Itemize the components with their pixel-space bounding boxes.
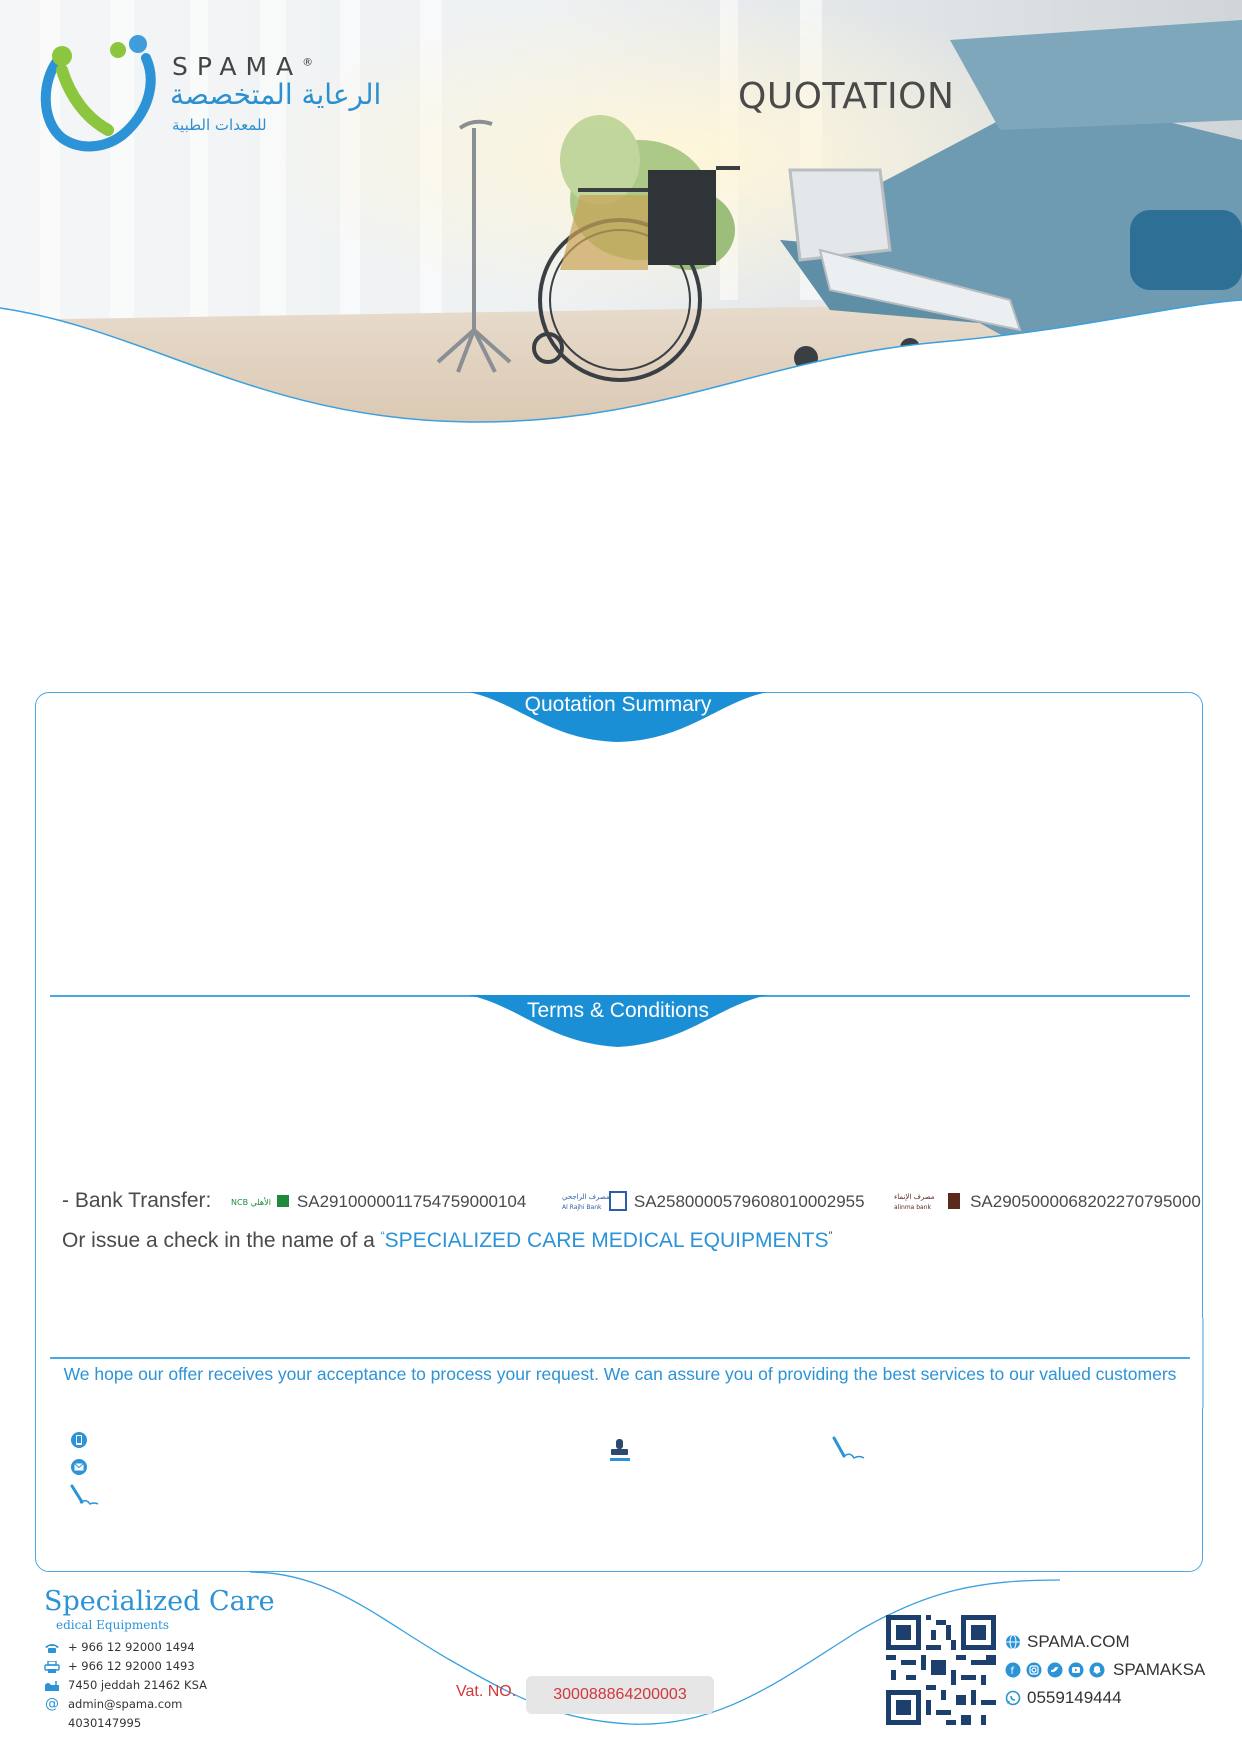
email-link[interactable]: admin@spama.com (68, 1695, 182, 1714)
qr-code[interactable] (886, 1615, 996, 1725)
mobile-phone-icon (71, 1432, 87, 1448)
phone-link[interactable]: + 966 12 92000 1494 (68, 1638, 195, 1657)
closing-message: We hope our offer receives your acceptan… (63, 1364, 1177, 1384)
vat-number: 300088864200003 (526, 1676, 714, 1714)
svg-text:Al Rajhi Bank: Al Rajhi Bank (562, 1204, 602, 1211)
alinma-iban: SA2905000068202270795000 (970, 1192, 1201, 1211)
page-title: QUOTATION (738, 76, 955, 117)
instagram-icon[interactable] (1026, 1662, 1042, 1678)
alrajhi-iban: SA2580000579608010002955 (633, 1192, 865, 1211)
alinma-bank-icon: مصرف الإنماء alinma bank (894, 1193, 961, 1211)
ncb-bank-icon: NCB الأهلي (231, 1195, 290, 1208)
edge-line (1202, 1318, 1204, 1408)
at-icon: @ (45, 1696, 59, 1712)
social-row: f SPAMAKSA (1005, 1660, 1205, 1680)
footer-contacts: + 966 12 92000 1494 + 966 12 92000 1493 … (44, 1638, 207, 1733)
contact-row: + 966 12 92000 1494 (44, 1638, 207, 1657)
svg-text:f: f (1011, 1666, 1015, 1677)
vat-label: Vat. NO. (456, 1683, 517, 1700)
contact-row: @ admin@spama.com (44, 1695, 207, 1714)
whatsapp-number[interactable]: 0559149444 (1027, 1688, 1122, 1708)
contact-row: + 966 12 92000 1493 (44, 1657, 207, 1676)
printer-icon (44, 1660, 60, 1673)
alrajhi-bank-icon: مصرف الراجحي Al Rajhi Bank (562, 1191, 628, 1212)
social-handle: SPAMAKSA (1113, 1660, 1206, 1679)
twitter-icon[interactable] (1047, 1662, 1063, 1678)
youtube-icon[interactable] (1068, 1662, 1084, 1678)
ncb-iban: SA2910000011754759000104 (296, 1192, 527, 1211)
facebook-icon[interactable]: f (1005, 1662, 1021, 1678)
registration-number: 4030147995 (68, 1716, 142, 1730)
check-prefix: Or issue a check in the name of a (62, 1229, 375, 1252)
contact-row: 4030147995 (44, 1714, 207, 1733)
website-link[interactable]: SPAMA.COM (1027, 1632, 1130, 1652)
svg-text:NCB الأهلي: NCB الأهلي (231, 1197, 271, 1207)
whatsapp-icon (1005, 1690, 1021, 1706)
company-name: SPECIALIZED CARE MEDICAL EQUIPMENTS (384, 1229, 829, 1252)
stamp-icon (610, 1439, 630, 1461)
quotation-summary-title: Quotation Summary (524, 693, 712, 716)
footer-brand-name: Specialized Care (44, 1586, 275, 1617)
signature-pen-icon (70, 1484, 99, 1505)
logo-arabic-name: الرعاية المتخصصة (170, 78, 382, 111)
svg-text:مصرف الراجحي: مصرف الراجحي (562, 1193, 610, 1201)
bank-transfer-row: - Bank Transfer: NCB الأهلي SA2910000011… (62, 1189, 1201, 1213)
logo-arabic-subtitle: للمعدات الطبية (172, 116, 267, 134)
whatsapp-row: 0559149444 (1005, 1688, 1122, 1708)
website-row: SPAMA.COM (1005, 1632, 1130, 1652)
telephone-icon (45, 1643, 59, 1653)
globe-icon (1006, 1634, 1020, 1650)
svg-text:alinma bank: alinma bank (894, 1204, 932, 1211)
mailbox-icon (45, 1680, 59, 1691)
terms-conditions-title: Terms & Conditions (526, 999, 710, 1022)
logo-brand: SPAMA® (172, 52, 314, 81)
fax-number: + 966 12 92000 1493 (68, 1659, 195, 1673)
footer-brand-subtitle: edical Equipments (56, 1618, 170, 1632)
svg-text:مصرف الإنماء: مصرف الإنماء (894, 1193, 935, 1201)
envelope-icon (71, 1459, 87, 1475)
closing-divider (50, 1357, 1190, 1359)
postal-address: 7450 jeddah 21462 KSA (68, 1678, 207, 1692)
bank-transfer-label: - Bank Transfer: (62, 1189, 212, 1212)
signature-pen-icon-right (832, 1436, 865, 1460)
snapchat-icon[interactable] (1089, 1662, 1105, 1678)
contact-row: 7450 jeddah 21462 KSA (44, 1676, 207, 1695)
check-payment-row: Or issue a check in the name of a “SPECI… (62, 1229, 833, 1252)
